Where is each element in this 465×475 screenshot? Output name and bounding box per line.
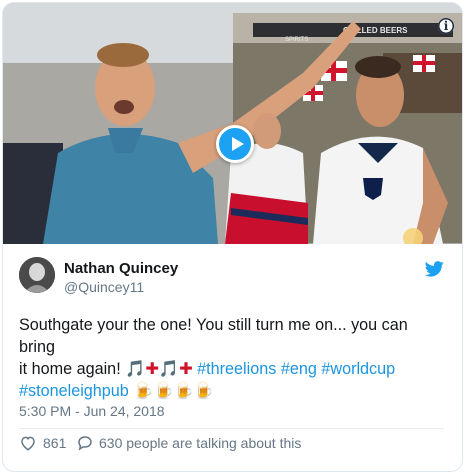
likes-count[interactable]: 861 [43,434,66,452]
england-flag-emoji: ✚ [145,359,159,378]
avatar[interactable] [19,257,55,293]
hashtag-link[interactable]: #threelions [197,360,276,378]
twitter-bird-icon[interactable] [425,261,444,277]
tweet-text: Southgate your the one! You still turn m… [19,314,447,402]
info-icon[interactable]: i [438,18,454,34]
bar-sign2-text: SPIRITS [285,37,308,43]
beer-emoji: 🍺 [173,381,194,400]
speech-bubble-icon[interactable] [76,434,94,452]
hashtag-link[interactable]: #eng [281,360,317,378]
tweet-timestamp[interactable]: 5:30 PM - Jun 24, 2018 [19,403,165,419]
divider [19,428,444,429]
video-player[interactable]: CHILLED BEERS SPIRITS i [3,3,462,244]
hashtag-link[interactable]: #stoneleighpub [19,382,129,400]
england-flag-emoji: ✚ [179,359,193,378]
music-note-emoji: 🎵 [158,359,180,378]
author-handle[interactable]: @Quincey11 [64,279,144,295]
heart-icon[interactable] [19,434,37,452]
hashtag-link[interactable]: #worldcup [321,360,395,378]
video-thumbnail: CHILLED BEERS SPIRITS [3,3,462,244]
author-display-name[interactable]: Nathan Quincey [64,260,178,277]
tweet-author-header[interactable]: Nathan Quincey @Quincey11 [19,257,444,297]
music-note-emoji: 🎵 [125,359,146,378]
tweet-text-line2: it home again! [19,360,126,378]
play-icon[interactable] [216,125,254,163]
beer-emoji: 🍺 [193,381,214,400]
beer-emoji: 🍺 [133,381,154,400]
beer-emoji: 🍺 [153,381,174,400]
talking-about-link[interactable]: 630 people are talking about this [99,434,301,452]
avatar-image [19,257,55,293]
tweet-text-line1: Southgate your the one! You still turn m… [19,316,408,356]
